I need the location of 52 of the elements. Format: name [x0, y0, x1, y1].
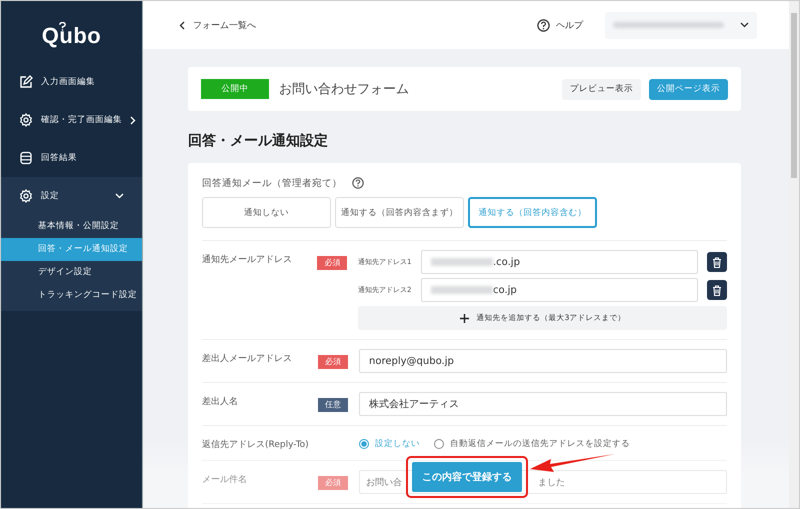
chevron-down-icon: [740, 22, 749, 28]
form-title: お問い合わせフォーム: [279, 81, 409, 98]
page-title: 回答・メール通知設定: [188, 132, 329, 150]
settings-icon: [19, 113, 33, 127]
text-input[interactable]: 株式会社アーティス: [359, 392, 727, 416]
badge: 必須: [317, 256, 348, 270]
trash-icon: [712, 284, 722, 296]
sidebar-subitem[interactable]: デザイン設定: [1, 261, 142, 284]
status-badge: 公開中: [201, 79, 269, 99]
delete-button[interactable]: [707, 252, 727, 272]
section-label: 回答通知メール（管理者宛て）: [202, 176, 342, 190]
help-link[interactable]: ヘルプ: [537, 18, 583, 32]
field-label: 通知先メールアドレス: [202, 254, 293, 267]
delete-button[interactable]: [707, 280, 727, 300]
sidebar-item[interactable]: 入力画面編集: [1, 63, 142, 101]
plus-icon: [460, 314, 469, 322]
settings-icon: [19, 189, 33, 203]
nav-label: 設定: [41, 190, 59, 202]
nav-label: 確認・完了画面編集: [41, 114, 122, 126]
badge: 必須: [318, 476, 348, 490]
field-label: 返信先アドレス(Reply-To): [202, 438, 310, 451]
chevron-left-icon: [179, 20, 185, 30]
preview-button[interactable]: プレビュー表示: [562, 78, 641, 100]
sidebar-subitem[interactable]: 基本情報・公開設定: [1, 215, 142, 238]
nav-label: 入力画面編集: [41, 76, 95, 88]
field-label: メール件名: [202, 474, 248, 487]
badge: 必須: [318, 355, 348, 369]
radio-option[interactable]: 自動返信メールの送信先アドレスを設定する: [434, 438, 630, 450]
chevron-right-icon: [130, 116, 136, 124]
logo: Qubo: [42, 27, 102, 45]
badge: 任意: [318, 398, 348, 412]
help-icon: [537, 18, 550, 32]
blurred-text: [431, 258, 493, 266]
database-icon: [19, 151, 33, 165]
help-icon: [352, 177, 364, 189]
field-label: 差出人名: [202, 396, 239, 409]
sidebar-item[interactable]: 回答結果: [1, 139, 142, 177]
option-toggle[interactable]: 通知する（回答内容含まず）: [335, 197, 464, 228]
sidebar-item[interactable]: 確認・完了画面編集: [1, 101, 142, 139]
blurred-text: [431, 286, 493, 294]
field-label: 差出人メールアドレス: [202, 352, 293, 366]
text-input[interactable]: noreply@qubo.jp: [359, 349, 727, 373]
sidebar-subitem[interactable]: トラッキングコード設定: [1, 284, 142, 307]
email-input[interactable]: .co.jp: [421, 250, 698, 274]
option-toggle[interactable]: 通知しない: [202, 197, 331, 228]
edit-icon: [19, 75, 33, 89]
nav-label: 回答結果: [41, 152, 77, 164]
chevron-down-icon: [115, 193, 124, 199]
trash-icon: [712, 256, 722, 268]
sidebar-item[interactable]: 設定: [1, 177, 142, 215]
email-input[interactable]: co.jp: [421, 278, 698, 302]
back-link[interactable]: フォーム一覧へ: [179, 18, 256, 32]
